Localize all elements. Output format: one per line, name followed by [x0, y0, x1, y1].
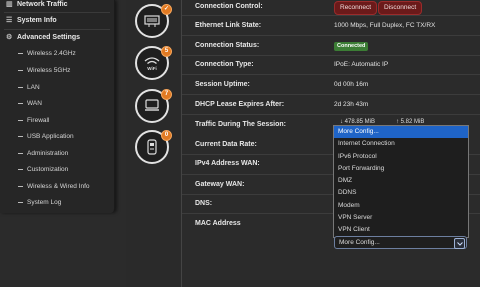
divider — [182, 35, 480, 36]
more-config-select[interactable]: More Config... — [334, 236, 467, 249]
sidebar-item-wireless-wired-info[interactable]: Wireless & Wired Info — [18, 180, 90, 194]
option-modem[interactable]: Modem — [334, 200, 468, 212]
dash-icon — [18, 168, 23, 170]
session-uptime-value: 0d 00h 16m — [334, 81, 369, 88]
sidebar-item-firewall[interactable]: Firewall — [18, 114, 49, 128]
divider — [182, 74, 480, 75]
dash-icon — [18, 52, 23, 54]
sidebar-item-administration[interactable]: Administration — [18, 147, 68, 161]
current-data-rate-label: Current Data Rate: — [195, 141, 257, 148]
gateway-wan-label: Gateway WAN: — [195, 181, 245, 188]
select-value: More Config... — [339, 239, 380, 246]
sidebar-item-system-info[interactable]: ☰ System Info — [6, 14, 57, 28]
usb-count-badge: 0 — [161, 130, 172, 141]
sidebar-item-usb[interactable]: USB Application — [18, 130, 74, 144]
sidebar-item-advanced-settings[interactable]: ⚙ Advanced Settings — [6, 31, 80, 45]
dash-icon — [18, 135, 23, 137]
divider — [4, 12, 110, 13]
chart-icon: ▥ — [6, 1, 13, 8]
option-internet-connection[interactable]: Internet Connection — [334, 138, 468, 150]
option-dmz[interactable]: DMZ — [334, 175, 468, 187]
option-vpn-client[interactable]: VPN Client — [334, 224, 468, 236]
info-icon: ☰ — [6, 17, 13, 24]
dash-icon — [18, 201, 23, 203]
gear-icon: ⚙ — [6, 34, 13, 41]
clients-count-badge: 7 — [161, 89, 172, 100]
connection-status-label: Connection Status: — [195, 42, 260, 49]
option-vpn-server[interactable]: VPN Server — [334, 212, 468, 224]
connection-type-value: IPoE: Automatic IP — [334, 61, 389, 68]
ethernet-link-value: 1000 Mbps, Full Duplex, FC TX/RX — [334, 22, 436, 29]
sidebar-item-customization[interactable]: Customization — [18, 163, 68, 177]
connection-control-label: Connection Control: — [195, 3, 263, 10]
status-badge: Connected — [334, 42, 369, 51]
sidebar: ▥ Network Traffic ☰ System Info ⚙ Advanced … — [0, 0, 115, 213]
wifi-label: WiFi — [147, 66, 156, 71]
session-uptime-label: Session Uptime: — [195, 81, 250, 88]
check-badge: ✓ — [161, 4, 172, 15]
dash-icon — [18, 86, 23, 88]
traffic-session-label: Traffic During The Session: — [195, 121, 287, 128]
divider — [182, 114, 480, 115]
status-icon-column: ✓ WiFi 5 7 0 — [126, 0, 180, 287]
mac-address-label: MAC Address — [195, 220, 241, 227]
ipv4-wan-label: IPv4 Address WAN: — [195, 160, 260, 167]
option-port-forwarding[interactable]: Port Forwarding — [334, 163, 468, 175]
sidebar-item-wireless-5[interactable]: Wireless 5GHz — [18, 64, 70, 78]
ethernet-link-label: Ethernet Link State: — [195, 22, 262, 29]
dns-label: DNS: — [195, 200, 213, 207]
divider — [4, 29, 110, 30]
more-config-dropdown-list[interactable]: More Config... Internet Connection IPv6 … — [333, 125, 469, 238]
divider — [182, 94, 480, 95]
divider — [182, 15, 480, 16]
divider — [182, 55, 480, 56]
disconnect-button[interactable]: Disconnect — [378, 1, 423, 15]
sidebar-item-wan[interactable]: WAN — [18, 97, 42, 111]
sidebar-item-lan[interactable]: LAN — [18, 81, 40, 95]
dash-icon — [18, 185, 23, 187]
wifi-count-badge: 5 — [161, 46, 172, 57]
sidebar-item-network-traffic[interactable]: ▥ Network Traffic — [6, 0, 68, 12]
chevron-down-icon[interactable] — [454, 238, 465, 249]
connection-type-label: Connection Type: — [195, 61, 254, 68]
divider — [181, 0, 182, 287]
sidebar-item-system-log[interactable]: System Log — [18, 196, 61, 210]
dash-icon — [18, 152, 23, 154]
dash-icon — [18, 102, 23, 104]
dash-icon — [18, 119, 23, 121]
option-ipv6-protocol[interactable]: IPv6 Protocol — [334, 151, 468, 163]
dhcp-lease-label: DHCP Lease Expires After: — [195, 101, 285, 108]
dhcp-lease-value: 2d 23h 43m — [334, 101, 369, 108]
option-more-config[interactable]: More Config... — [334, 126, 468, 139]
option-ddns[interactable]: DDNS — [334, 187, 468, 199]
reconnect-button[interactable]: Reconnect — [334, 1, 378, 15]
dash-icon — [18, 69, 23, 71]
sidebar-item-wireless-24[interactable]: Wireless 2.4GHz — [18, 47, 76, 61]
